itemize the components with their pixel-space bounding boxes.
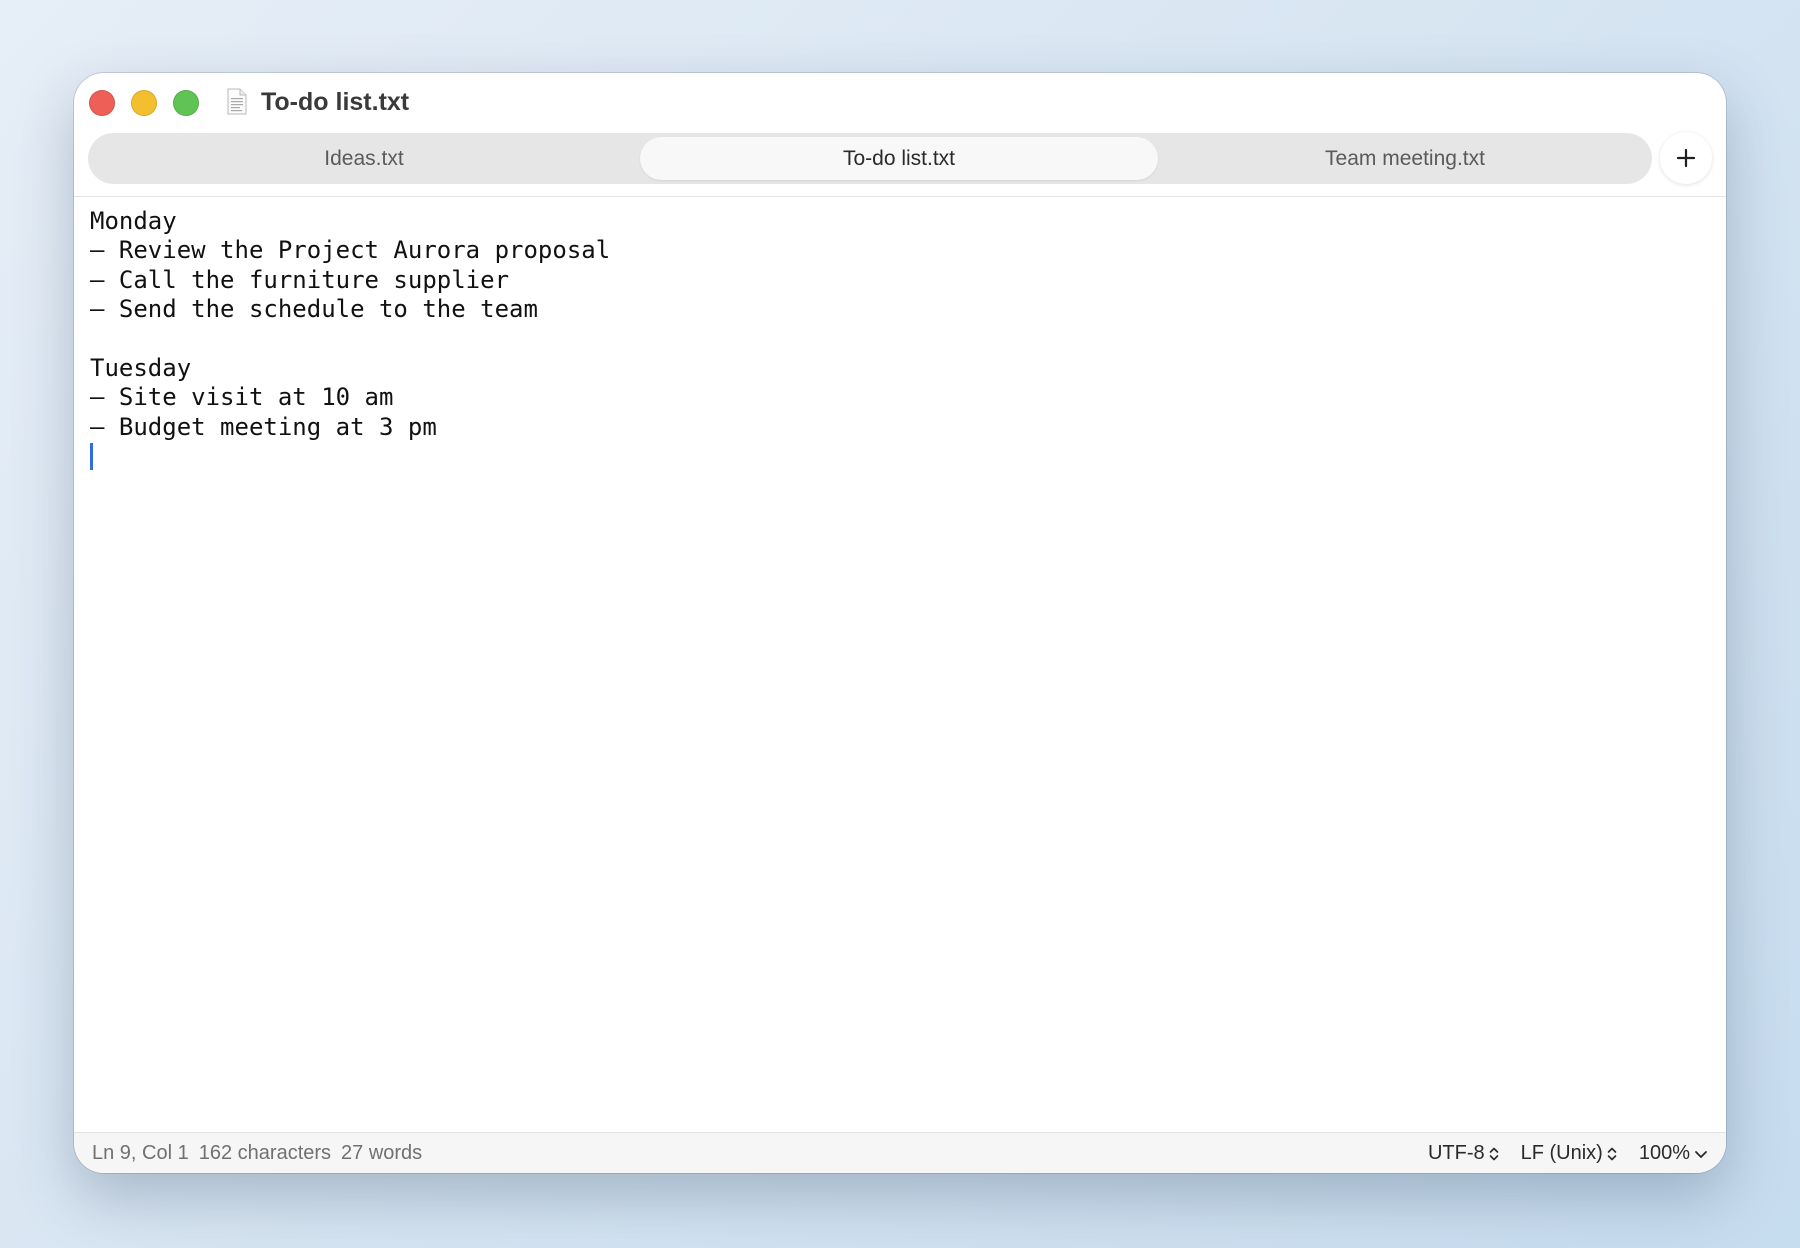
status-info: Ln 9, Col 1 162 characters 27 words	[92, 1142, 432, 1165]
zoom-selector[interactable]: 100%	[1639, 1142, 1708, 1165]
tab-bar: Ideas.txt To-do list.txt Team meeting.tx…	[88, 133, 1652, 184]
text-line: – Review the Project Aurora proposal	[90, 236, 611, 265]
minimize-window-button[interactable]	[131, 90, 157, 116]
new-tab-button[interactable]	[1660, 132, 1712, 184]
text-document-icon	[227, 88, 247, 115]
zoom-label: 100%	[1638, 1142, 1690, 1164]
title-bar: To-do list.txt	[74, 73, 1726, 133]
word-count: 27 words	[341, 1142, 423, 1164]
text-line	[90, 325, 1690, 354]
text-editor[interactable]: Monday – Review the Project Aurora propo…	[90, 207, 1690, 1173]
window-title: To-do list.txt	[261, 88, 410, 116]
toolbar-divider	[74, 196, 1726, 197]
tab-team-meeting[interactable]: Team meeting.txt	[1158, 133, 1652, 184]
encoding-selector[interactable]: UTF-8	[1428, 1142, 1499, 1165]
status-bar: Ln 9, Col 1 162 characters 27 words UTF-8 …	[74, 1133, 1726, 1173]
text-line: – Send the schedule to the team	[90, 295, 538, 324]
updown-chevron-icon	[1607, 1147, 1617, 1160]
text-line: Monday	[90, 207, 177, 235]
text-line: – Call the furniture supplier	[90, 265, 510, 294]
status-controls: UTF-8 LF (Unix) 100%	[1406, 1142, 1708, 1165]
text-caret	[90, 443, 93, 471]
cursor-position: Ln 9, Col 1	[92, 1142, 189, 1164]
close-window-button[interactable]	[89, 90, 115, 116]
encoding-label: UTF-8	[1427, 1142, 1485, 1164]
chevron-down-icon	[1695, 1150, 1707, 1158]
text-line: – Budget meeting at 3 pm	[90, 412, 437, 441]
character-count: 162 characters	[198, 1142, 332, 1164]
plus-icon	[1676, 148, 1696, 168]
text-line: – Site visit at 10 am	[90, 383, 394, 412]
caret-line	[90, 442, 1690, 471]
text-line: Tuesday	[90, 353, 192, 382]
line-endings-label: LF (Unix)	[1520, 1142, 1603, 1164]
tab-todo-list[interactable]: To-do list.txt	[640, 137, 1158, 180]
editor-window: To-do list.txt Ideas.txt To-do list.txt …	[74, 73, 1726, 1173]
maximize-window-button[interactable]	[173, 90, 199, 116]
line-endings-selector[interactable]: LF (Unix)	[1521, 1142, 1617, 1165]
updown-chevron-icon	[1489, 1147, 1498, 1160]
tab-ideas[interactable]: Ideas.txt	[88, 133, 640, 184]
